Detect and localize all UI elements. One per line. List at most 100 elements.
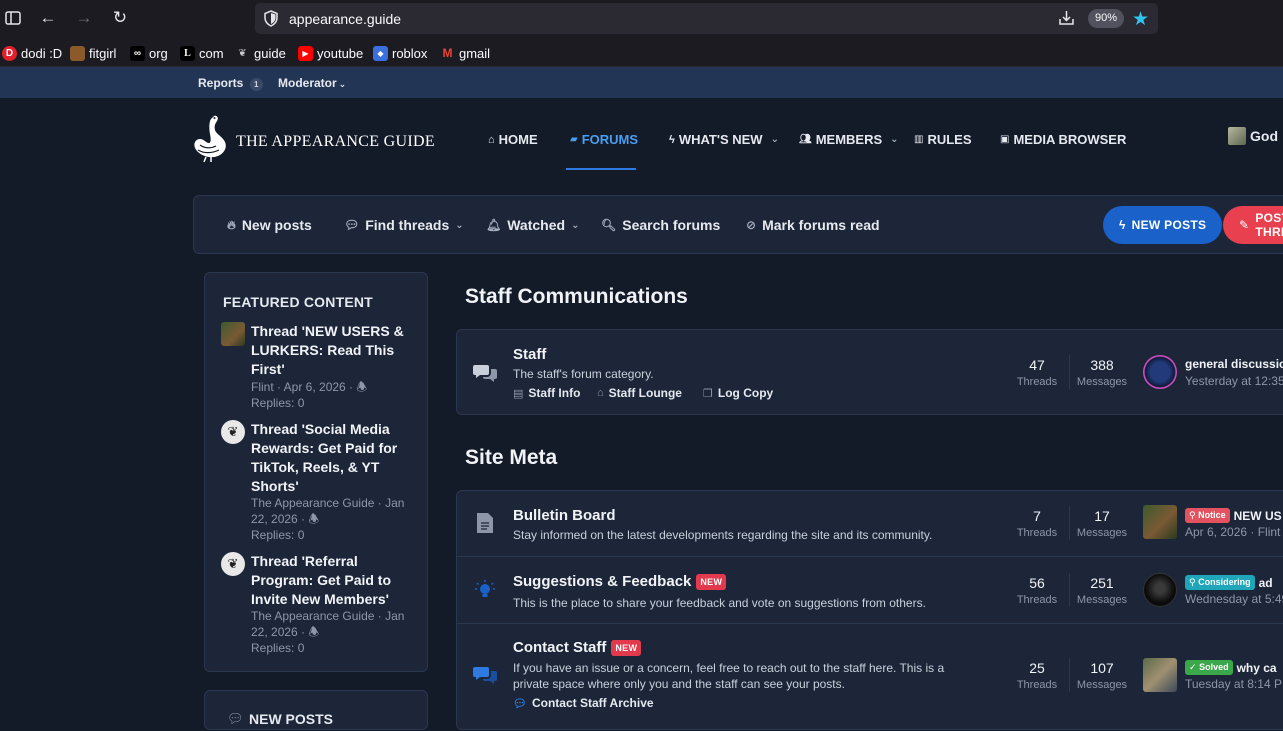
roblox-icon: ◆	[373, 45, 388, 61]
subforum-contact-staff-archive[interactable]: 💬︎ Contact Staff Archive	[513, 696, 654, 710]
bookmark-star-icon[interactable]: ★	[1132, 8, 1149, 31]
subforum-log-copy[interactable]: ❐ Log Copy	[703, 386, 773, 400]
nav-home[interactable]: ⌂ HOME	[488, 132, 538, 147]
bolt-icon: ϟ	[669, 133, 675, 146]
featured-thread-replies: Replies: 0	[251, 396, 305, 410]
featured-thread-title[interactable]: Thread 'Social Media Rewards: Get Paid f…	[251, 420, 411, 496]
document-icon: ▤	[513, 387, 524, 400]
user-menu[interactable]: God	[1228, 127, 1278, 145]
last-post-title[interactable]: ⚲ Notice NEW US	[1185, 508, 1282, 523]
avatar[interactable]: ❦	[221, 552, 245, 576]
avatar[interactable]	[1143, 658, 1177, 692]
forum-row[interactable]: Staff The staff's forum category. ▤ Staff…	[457, 330, 1283, 416]
last-post-title[interactable]: general discussio	[1185, 357, 1283, 371]
chevron-down-icon[interactable]: ⌄	[890, 134, 898, 145]
bookmark-com[interactable]: Lcom	[180, 45, 224, 61]
back-icon[interactable]: ←	[36, 7, 60, 29]
threads-stat: 56 Threads	[1016, 575, 1058, 606]
nav-rules[interactable]: ▥ RULES	[914, 132, 972, 147]
forum-category-block: Bulletin Board Stay informed on the late…	[456, 490, 1283, 730]
subforum-staff-lounge[interactable]: ⌂ Staff Lounge	[597, 386, 682, 400]
reload-icon[interactable]: ↻	[108, 7, 132, 29]
moderator-menu[interactable]: Moderator ⌄	[278, 76, 346, 90]
bookmark-guide[interactable]: ❦ guide	[235, 45, 286, 61]
subnav-mark-read[interactable]: ⊘ Mark forums read	[746, 217, 880, 233]
reports-count-badge: 1	[249, 78, 263, 91]
bookmark-gmail[interactable]: Mgmail	[440, 45, 491, 61]
avatar[interactable]	[1143, 355, 1177, 389]
featured-thread-replies: Replies: 0	[251, 641, 305, 655]
sidebar-toggle-icon[interactable]	[1, 7, 25, 29]
forum-title[interactable]: Contact Staff NEW	[513, 639, 642, 656]
avatar[interactable]: ❦	[221, 420, 245, 444]
nav-members[interactable]: 👥︎ MEMBERS ⌄	[799, 132, 899, 147]
logo-text: THE APPEARANCE GUIDE	[236, 133, 435, 150]
chat-icon: 💬︎	[513, 697, 527, 710]
featured-thread-title[interactable]: Thread 'Referral Program: Get Paid to In…	[251, 552, 411, 609]
post-thread-button[interactable]: ✎POST THREAD	[1223, 206, 1283, 244]
featured-thread-meta: The Appearance Guide · Jan 22, 2026 · 🕭	[251, 609, 405, 639]
messages-stat: 388 Messages	[1076, 357, 1128, 388]
threads-stat: 7 Threads	[1016, 508, 1058, 539]
category-heading[interactable]: Staff Communications	[465, 285, 688, 309]
bookmark-org[interactable]: ∞ org	[130, 45, 168, 61]
forum-description: If you have an issue or a concern, feel …	[513, 661, 945, 691]
avatar[interactable]	[1143, 505, 1177, 539]
speech-bubble-icon: 💬︎	[227, 711, 244, 726]
last-post-meta: Tuesday at 8:14 PM	[1185, 677, 1283, 691]
subnav-search-forums[interactable]: 🔍︎ Search forums	[601, 217, 720, 233]
messages-stat: 107 Messages	[1076, 660, 1128, 691]
media-icon: ▣	[1000, 134, 1010, 145]
forum-title[interactable]: Suggestions & Feedback NEW	[513, 573, 727, 590]
forum-row[interactable]: Suggestions & Feedback NEW This is the pl…	[457, 556, 1283, 623]
subnav-find-threads[interactable]: 💬︎ Find threads ⌄	[344, 217, 464, 233]
category-heading[interactable]: Site Meta	[465, 446, 557, 470]
featured-thread-meta: Flint · Apr 6, 2026 · 🕭	[251, 380, 368, 394]
home-icon: ⌂	[488, 133, 495, 146]
zoom-level-badge[interactable]: 90%	[1088, 9, 1124, 28]
chevron-down-icon: ⌄	[338, 79, 347, 89]
avatar[interactable]	[221, 322, 245, 346]
search-icon: 🔍︎	[601, 218, 617, 232]
gmail-icon: M	[442, 46, 453, 60]
couch-icon: ⌂	[597, 387, 604, 399]
bookmark-fitgirl[interactable]: fitgirl	[70, 45, 116, 61]
chevron-down-icon[interactable]: ⌄	[771, 134, 779, 145]
url-text[interactable]: appearance.guide	[289, 11, 401, 27]
threads-stat: 25 Threads	[1016, 660, 1058, 691]
chevron-down-icon[interactable]: ⌄	[455, 220, 463, 231]
site-logo[interactable]: THE APPEARANCE GUIDE	[192, 112, 435, 162]
url-bar[interactable]: appearance.guide 90% ★	[255, 3, 1158, 34]
download-icon[interactable]	[1058, 9, 1075, 31]
shield-icon	[263, 10, 279, 32]
forum-row[interactable]: Contact Staff NEW If you have an issue or…	[457, 623, 1283, 731]
chevron-down-icon[interactable]: ⌄	[571, 220, 579, 231]
new-posts-button[interactable]: ϟ NEW POSTS	[1103, 206, 1223, 244]
user-avatar	[1228, 127, 1246, 145]
subforum-staff-info[interactable]: ▤ Staff Info	[513, 386, 580, 400]
nav-media-browser[interactable]: ▣ MEDIA BROWSER	[1000, 132, 1126, 147]
avatar[interactable]	[1143, 573, 1177, 607]
last-post-title[interactable]: ✓ Solved why ca	[1185, 660, 1277, 675]
nav-forums[interactable]: ▰ FORUMS	[570, 132, 638, 147]
forum-row[interactable]: Bulletin Board Stay informed on the late…	[457, 491, 1283, 556]
subnav-watched[interactable]: 🔔︎ Watched ⌄	[486, 217, 579, 233]
bolt-icon: ϟ	[1119, 218, 1126, 232]
forward-icon[interactable]: →	[72, 7, 96, 29]
subnav-new-posts[interactable]: 🔥︎ New posts	[227, 217, 312, 233]
last-post-title[interactable]: ⚲ Considering ad	[1185, 575, 1273, 590]
bookmark-roblox[interactable]: ◆ roblox	[373, 45, 427, 61]
forum-chat-icon	[473, 662, 497, 686]
considering-prefix: ⚲ Considering	[1185, 575, 1255, 590]
bookmark-youtube[interactable]: ▶ youtube	[298, 45, 363, 61]
featured-thread-title[interactable]: Thread 'NEW USERS & LURKERS: Read This F…	[251, 322, 411, 379]
solved-prefix: ✓ Solved	[1185, 660, 1233, 675]
bookmark-dodi[interactable]: Ddodi :D	[2, 45, 62, 61]
forum-title[interactable]: Staff	[513, 346, 546, 363]
featured-thread-replies: Replies: 0	[251, 528, 305, 542]
forum-title[interactable]: Bulletin Board	[513, 507, 616, 524]
reports-link[interactable]: Reports 1	[198, 76, 263, 91]
nav-whats-new[interactable]: ϟ WHAT'S NEW ⌄	[669, 132, 779, 147]
document-icon	[473, 511, 497, 535]
last-post-meta: Yesterday at 12:35	[1185, 374, 1283, 388]
